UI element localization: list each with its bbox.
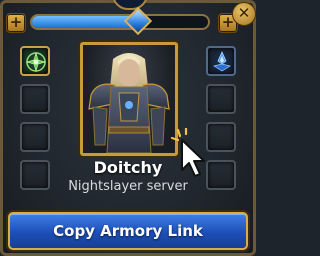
character-portrait [80, 42, 178, 156]
right-slot-2[interactable] [206, 84, 236, 114]
armored-paladin-image [88, 53, 170, 153]
add-button[interactable]: + [6, 13, 26, 33]
server-name: Nightslayer server [68, 179, 188, 194]
left-slot-1[interactable] [20, 46, 50, 76]
progress-bar [30, 14, 210, 30]
blue-emblem-icon [213, 51, 231, 72]
pointer-cursor-icon [170, 128, 205, 177]
plus-icon: + [9, 13, 23, 31]
progress-fill [32, 16, 138, 28]
close-x-icon: ✕ [237, 4, 251, 22]
close-button[interactable]: ✕ [232, 2, 256, 26]
right-slot-1[interactable] [206, 46, 236, 76]
left-slot-2[interactable] [20, 84, 50, 114]
copy-armory-link-button[interactable]: Copy Armory Link [8, 212, 248, 250]
green-emblem-icon [25, 51, 47, 73]
left-slot-3[interactable] [20, 122, 50, 152]
